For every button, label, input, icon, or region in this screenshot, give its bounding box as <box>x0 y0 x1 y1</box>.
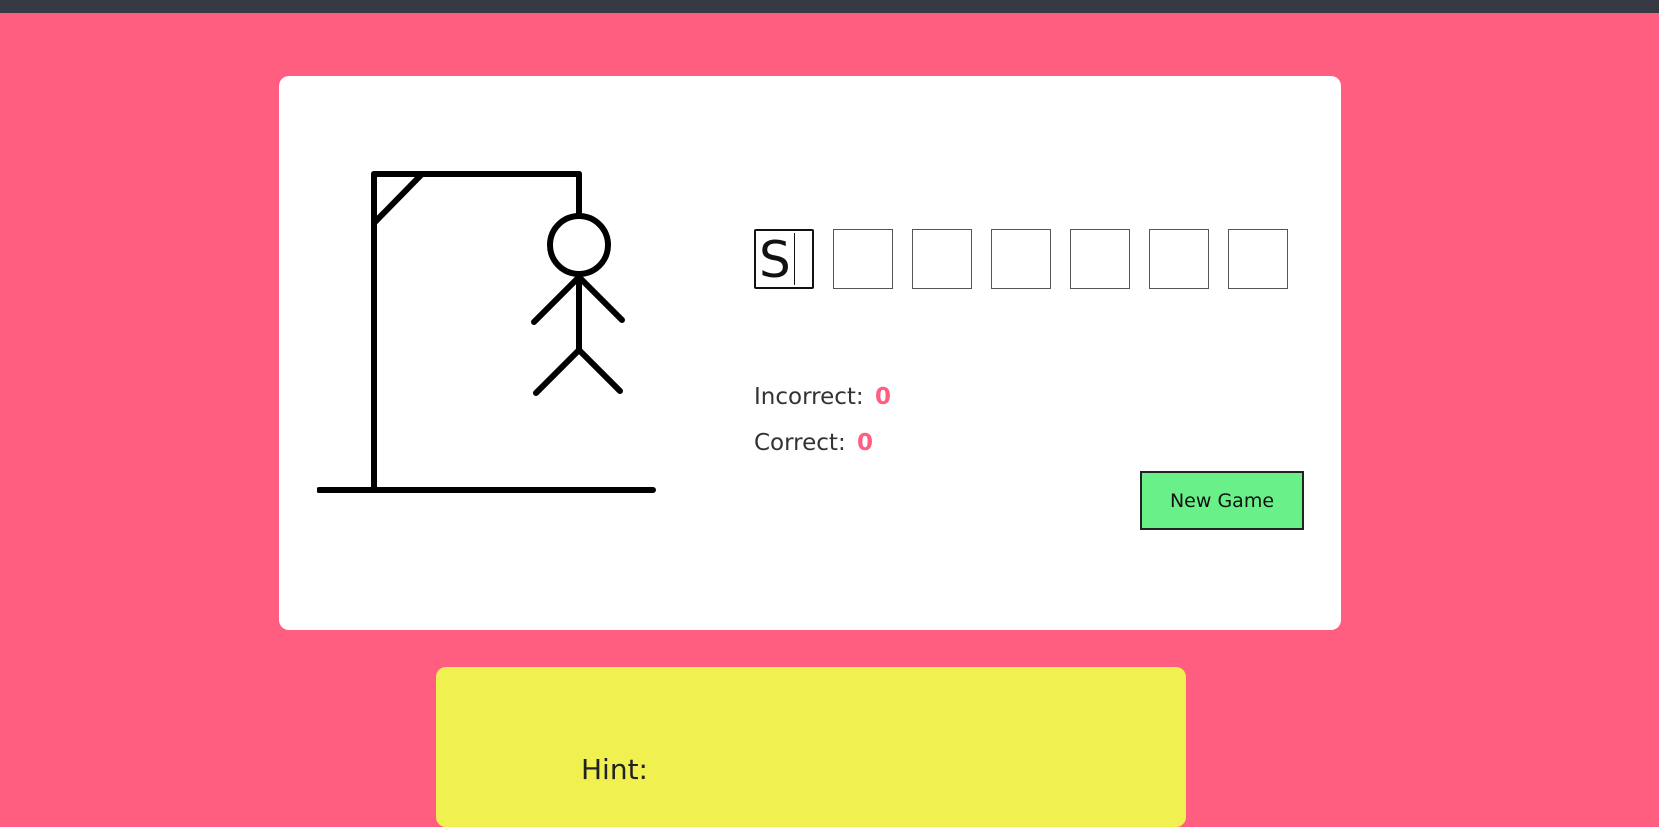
game-card: S Incorrect: 0 Correct: 0 New Game <box>279 76 1341 630</box>
incorrect-stat: Incorrect: 0 <box>754 384 891 410</box>
hangman-head <box>547 213 611 277</box>
letter-box-4[interactable] <box>991 229 1051 289</box>
hint-card: Hint: <box>436 667 1186 827</box>
incorrect-label: Incorrect: <box>754 384 864 410</box>
letter-box-5[interactable] <box>1070 229 1130 289</box>
letter-box-1[interactable]: S <box>754 229 814 289</box>
letter-box-3[interactable] <box>912 229 972 289</box>
gallows-brace <box>371 171 425 226</box>
incorrect-count: 0 <box>874 384 891 410</box>
letter-box-7[interactable] <box>1228 229 1288 289</box>
hint-label: Hint: <box>581 753 648 786</box>
hangman-left-leg <box>533 347 582 396</box>
correct-count: 0 <box>857 430 874 456</box>
hangman-right-arm <box>576 274 625 323</box>
letter-box-6[interactable] <box>1149 229 1209 289</box>
browser-top-bar <box>0 0 1659 13</box>
new-game-button[interactable]: New Game <box>1140 471 1304 530</box>
letter-box-2[interactable] <box>833 229 893 289</box>
correct-label: Correct: <box>754 430 846 456</box>
hangman-left-arm <box>531 274 582 325</box>
correct-stat: Correct: 0 <box>754 430 873 456</box>
hangman-right-leg <box>576 347 623 394</box>
hangman-drawing <box>317 171 656 493</box>
letter-boxes: S <box>754 229 1288 289</box>
